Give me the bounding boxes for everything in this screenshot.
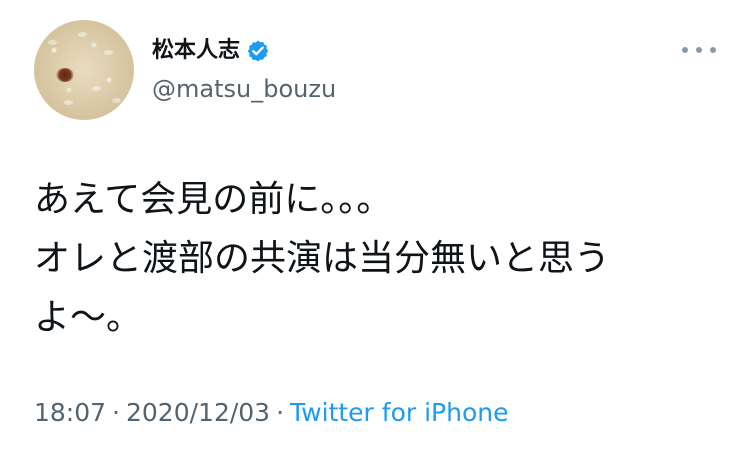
avatar-texture (104, 50, 113, 55)
tweet-source-link[interactable]: Twitter for iPhone (290, 398, 508, 427)
tweet-date[interactable]: 2020/12/03 (126, 398, 270, 427)
more-dot (696, 47, 702, 53)
display-name[interactable]: 松本人志 (152, 36, 240, 66)
meta-separator: · (112, 398, 120, 427)
meta-separator: · (276, 398, 285, 427)
avatar-texture (48, 40, 57, 45)
more-dot (710, 47, 716, 53)
username[interactable]: @matsu_bouzu (152, 74, 336, 104)
avatar-spot (56, 68, 74, 82)
more-options-icon[interactable] (682, 40, 716, 60)
tweet-meta: 18:07 · 2020/12/03 · Twitter for iPhone (34, 396, 509, 430)
more-dot (682, 47, 688, 53)
tweet-text: あえて会見の前に。。。 オレと渡部の共演は当分無いと思う よ〜。 (34, 179, 611, 338)
verified-badge-icon (246, 39, 270, 63)
avatar-texture (64, 100, 73, 105)
avatar[interactable] (34, 20, 134, 120)
tweet-card: 松本人志 @matsu_bouzu あえて会見の前に。。。 オレと渡部の共演は当… (0, 0, 750, 451)
avatar-texture (92, 86, 101, 91)
avatar-texture (78, 32, 87, 37)
author-header: 松本人志 (152, 36, 270, 66)
avatar-texture (112, 98, 121, 103)
tweet-time[interactable]: 18:07 (34, 398, 106, 427)
